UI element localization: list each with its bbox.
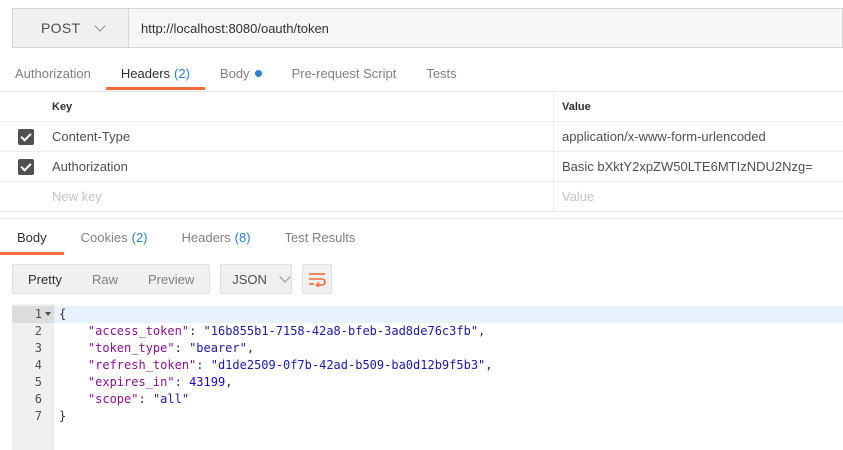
tab-tests[interactable]: Tests <box>411 56 471 90</box>
tab-headers[interactable]: Headers (2) <box>105 56 205 90</box>
url-input[interactable]: http://localhost:8080/oauth/token <box>128 8 843 48</box>
header-key-cell[interactable]: Content-Type <box>42 122 554 151</box>
header-value: application/x-www-form-urlencoded <box>562 129 766 144</box>
wrap-lines-button[interactable] <box>302 264 333 294</box>
new-key-placeholder: New key <box>52 189 102 204</box>
chevron-down-icon <box>94 19 106 32</box>
value-column-header: Value <box>554 92 843 121</box>
method-select[interactable]: POST <box>12 8 128 48</box>
tab-label: Body <box>219 65 250 81</box>
header-key-cell[interactable]: Authorization <box>42 152 554 181</box>
new-key-input[interactable]: New key <box>42 182 554 211</box>
value-header-label: Value <box>562 100 591 113</box>
tab-label: Pre-request Script <box>291 65 397 81</box>
request-tabs: Authorization Headers (2) Body Pre-reque… <box>0 56 843 90</box>
row-checkbox-cell <box>0 152 42 181</box>
table-row: Content-Type application/x-www-form-urle… <box>0 122 843 152</box>
tab-pre-request-script[interactable]: Pre-request Script <box>277 56 412 90</box>
line-number: 1 <box>12 306 54 323</box>
tab-test-results[interactable]: Test Results <box>268 219 373 255</box>
chevron-down-icon <box>279 270 291 283</box>
key-column-header: Key <box>42 92 554 121</box>
tab-label: Cookies <box>80 229 128 245</box>
code-line: { <box>54 306 843 323</box>
new-value-input[interactable]: Value <box>554 182 843 211</box>
code-line: "refresh_token": "d1de2509-0f7b-42ad-b50… <box>87 358 493 372</box>
row-checkbox-cell <box>0 182 42 211</box>
line-number: 2 <box>34 324 42 338</box>
request-bar: POST http://localhost:8080/oauth/token <box>12 8 843 48</box>
view-mode-group: Pretty Raw Preview <box>12 264 211 294</box>
line-number-gutter: 1 2 3 4 5 6 7 <box>12 304 54 450</box>
url-text: http://localhost:8080/oauth/token <box>141 20 329 36</box>
header-value: Basic bXktY2xpZW50LTE6MTIzNDU2Nzg= <box>562 159 813 174</box>
row-checkbox[interactable] <box>18 128 34 145</box>
code-area: { "access_token": "16b855b1-7158-42a8-bf… <box>54 304 843 450</box>
line-number: 5 <box>34 375 42 389</box>
line-number: 7 <box>34 409 42 423</box>
code-line: "token_type": "bearer", <box>87 341 255 355</box>
new-value-placeholder: Value <box>562 189 595 204</box>
tab-label: Test Results <box>284 229 356 245</box>
tab-count: (8) <box>234 229 251 245</box>
pretty-button[interactable]: Pretty <box>13 265 77 293</box>
headers-table: Key Value Content-Type application/x-www… <box>0 91 843 212</box>
tab-cookies[interactable]: Cookies (2) <box>64 219 165 255</box>
code-line: "access_token": "16b855b1-7158-42a8-bfeb… <box>87 324 486 338</box>
code-line: "scope": "all" <box>87 392 190 406</box>
header-value-cell[interactable]: Basic bXktY2xpZW50LTE6MTIzNDU2Nzg= <box>554 152 843 181</box>
preview-button[interactable]: Preview <box>133 265 209 293</box>
header-key: Authorization <box>52 159 128 174</box>
tab-label: Headers <box>120 65 171 81</box>
code-line: "expires_in": 43199, <box>87 375 233 389</box>
checkbox-column-header <box>0 92 42 121</box>
header-value-cell[interactable]: application/x-www-form-urlencoded <box>554 122 843 151</box>
line-number: 6 <box>34 392 42 406</box>
row-checkbox-cell <box>0 122 42 151</box>
table-header-row: Key Value <box>0 92 843 122</box>
tab-count: (2) <box>174 65 190 81</box>
response-body-editor[interactable]: 1 2 3 4 5 6 7 { "access_token": "16b855b… <box>12 304 843 450</box>
tab-body[interactable]: Body <box>205 56 277 90</box>
tab-response-body[interactable]: Body <box>0 219 64 255</box>
line-number: 3 <box>34 341 42 355</box>
response-toolbar: Pretty Raw Preview JSON <box>12 264 333 294</box>
fold-arrow-icon[interactable] <box>45 312 51 316</box>
tab-label: Headers <box>181 229 231 245</box>
raw-button[interactable]: Raw <box>77 265 133 293</box>
key-header-label: Key <box>52 100 73 113</box>
tab-label: Body <box>17 229 47 245</box>
wrap-lines-icon <box>309 273 326 287</box>
header-key: Content-Type <box>52 129 131 144</box>
tab-authorization[interactable]: Authorization <box>0 56 106 90</box>
code-line: } <box>59 409 67 423</box>
modified-dot-icon <box>254 69 262 77</box>
tab-count: (2) <box>131 229 148 245</box>
tab-response-headers[interactable]: Headers (8) <box>165 219 268 255</box>
format-label: JSON <box>232 271 267 287</box>
line-number: 4 <box>34 358 42 372</box>
table-row: Authorization Basic bXktY2xpZW50LTE6MTIz… <box>0 152 843 182</box>
row-checkbox[interactable] <box>18 158 34 175</box>
response-tabs: Body Cookies (2) Headers (8) Test Result… <box>0 218 843 255</box>
format-select[interactable]: JSON <box>220 264 293 294</box>
new-header-row: New key Value <box>0 182 843 212</box>
tab-label: Authorization <box>15 65 91 81</box>
method-label: POST <box>41 20 81 36</box>
tab-label: Tests <box>426 65 457 81</box>
